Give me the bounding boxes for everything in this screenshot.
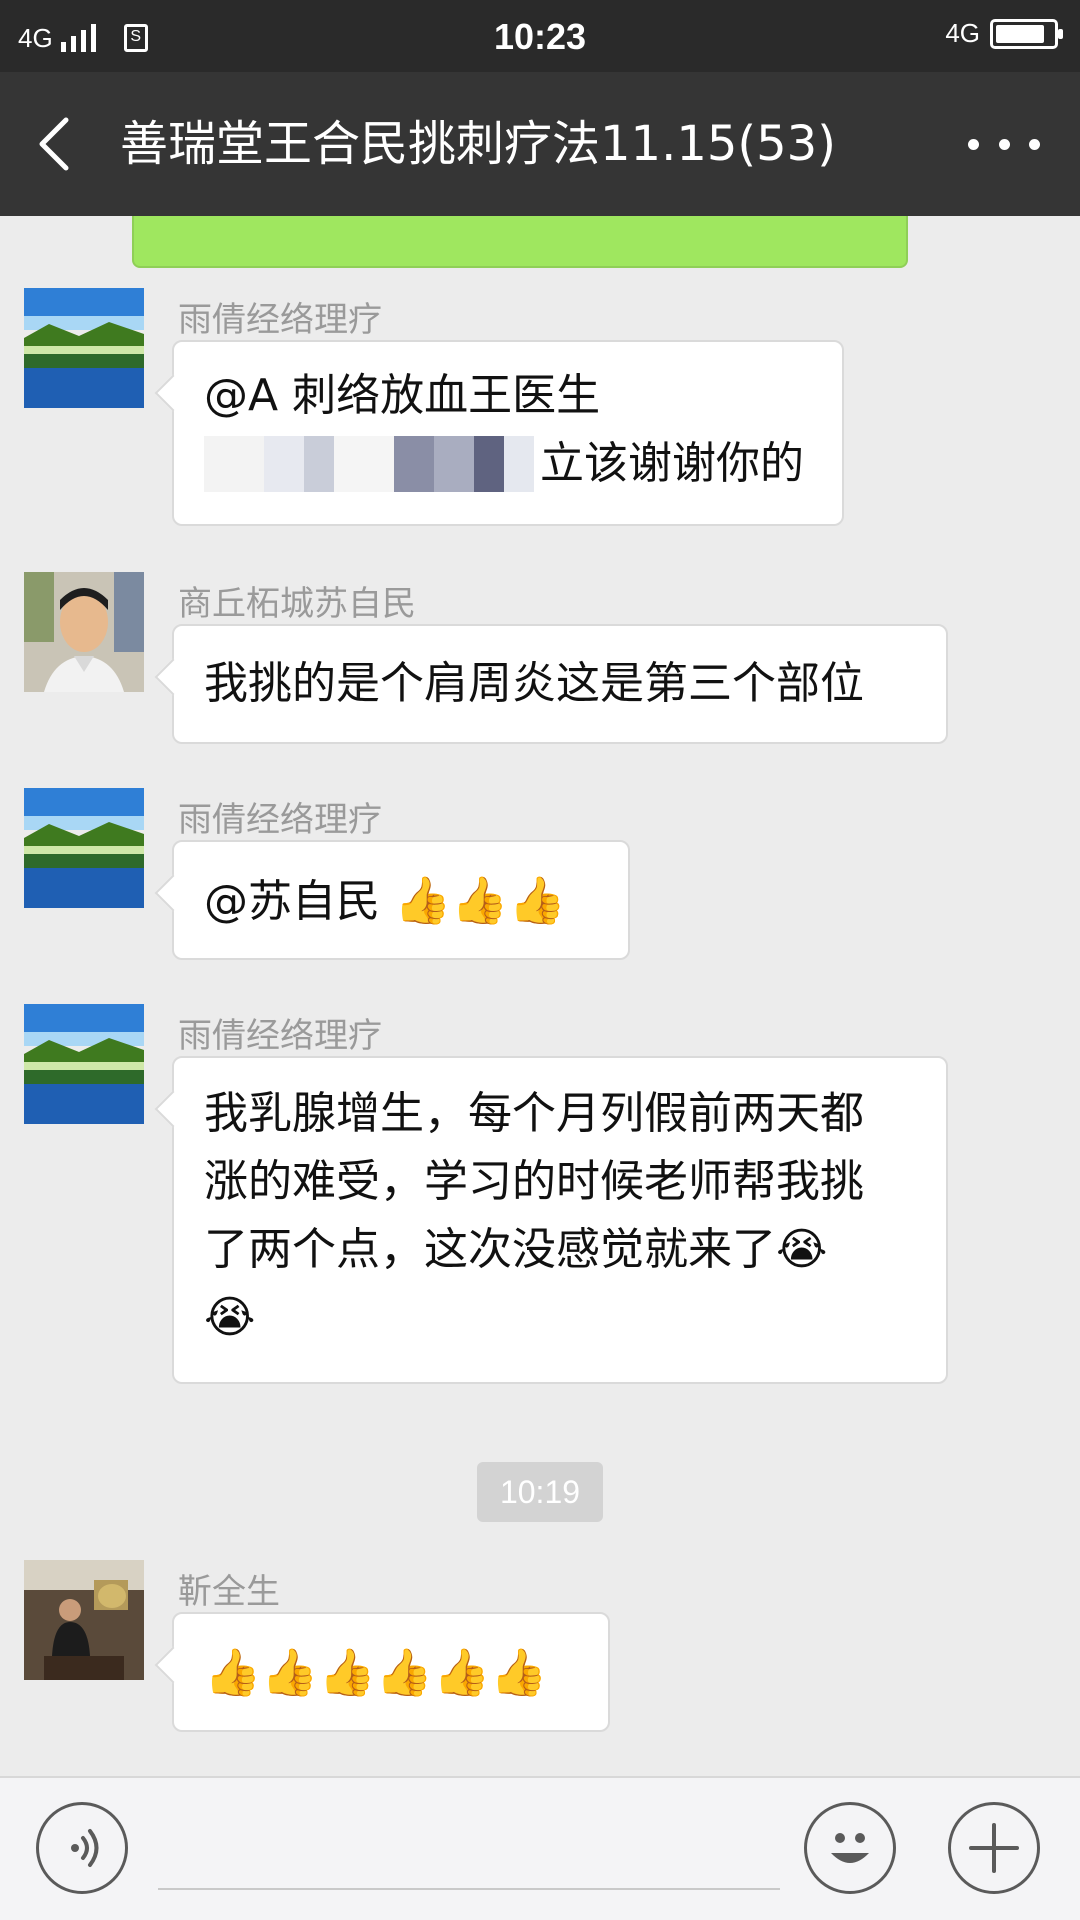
avatar[interactable] <box>24 288 144 408</box>
message-text-line: 了两个点，这次没感觉就来了😭 <box>204 1224 828 1275</box>
plus-icon <box>969 1823 1019 1873</box>
chat-title: 善瑞堂王合民挑刺疗法11.15(53) <box>120 116 836 172</box>
status-right: 4G <box>945 18 1063 49</box>
message-input[interactable] <box>158 1888 780 1890</box>
sender-name: 雨倩经络理疗 <box>178 1016 382 1056</box>
battery-fill <box>996 24 1044 43</box>
battery-icon <box>990 18 1063 49</box>
sent-message-bubble[interactable] <box>132 216 908 268</box>
message-bubble[interactable]: @苏自民 👍👍👍 <box>172 840 630 960</box>
sender-name: 雨倩经络理疗 <box>178 300 382 340</box>
more-dots-icon <box>968 138 979 150</box>
voice-icon <box>71 1829 99 1867</box>
thumbs-up-emoji: 👍👍👍 <box>394 873 566 927</box>
message-bubble[interactable]: 👍👍👍👍👍👍 <box>172 1612 610 1732</box>
man-portrait-avatar <box>24 572 144 692</box>
message-bubble[interactable]: 我挑的是个肩周炎这是第三个部位 <box>172 624 948 744</box>
sender-name: 商丘柘城苏自民 <box>178 584 416 624</box>
redacted-mosaic <box>204 436 534 492</box>
message-list[interactable]: 雨倩经络理疗 @A 刺络放血王医生 立该谢谢你的 商丘柘城苏自民 我挑的是个肩周… <box>0 216 1080 1776</box>
seated-man-avatar <box>24 1560 144 1680</box>
back-button[interactable] <box>28 112 88 176</box>
voice-button[interactable] <box>36 1802 128 1894</box>
message-text-line: 涨的难受，学习的时候老师帮我挑 <box>204 1156 864 1207</box>
lake-landscape-avatar <box>24 788 144 908</box>
thumbs-up-emoji: 👍👍👍👍👍👍 <box>204 1645 548 1699</box>
message-text-line: 😭 <box>204 1292 256 1343</box>
lake-landscape-avatar <box>24 1004 144 1124</box>
sender-name: 雨倩经络理疗 <box>178 800 382 840</box>
smiley-icon <box>831 1833 869 1863</box>
message-text: @A 刺络放血王医生 <box>204 370 601 421</box>
avatar[interactable] <box>24 1004 144 1124</box>
network-type-right: 4G <box>945 18 980 48</box>
avatar[interactable] <box>24 1560 144 1680</box>
message-text-line: 我乳腺增生，每个月列假前两天都 <box>204 1088 864 1139</box>
message-text: 我挑的是个肩周炎这是第三个部位 <box>204 658 864 709</box>
emoji-button[interactable] <box>804 1802 896 1894</box>
lake-landscape-avatar <box>24 288 144 408</box>
status-bar: 4G S 10:23 4G <box>0 0 1080 72</box>
sender-name: 靳全生 <box>178 1572 280 1612</box>
chat-header: 善瑞堂王合民挑刺疗法11.15(53) <box>0 72 1080 216</box>
more-button[interactable] <box>968 128 1040 160</box>
message-text: @苏自民 <box>204 876 394 927</box>
avatar[interactable] <box>24 788 144 908</box>
input-bar <box>0 1776 1080 1920</box>
message-text-blurred: 立该谢谢你的 <box>204 430 812 498</box>
clock: 10:23 <box>493 16 587 57</box>
avatar[interactable] <box>24 572 144 692</box>
message-text-visible: 立该谢谢你的 <box>540 438 804 489</box>
message-bubble[interactable]: @A 刺络放血王医生 立该谢谢你的 <box>172 340 844 526</box>
time-divider: 10:19 <box>477 1462 603 1522</box>
chevron-left-icon <box>39 117 69 171</box>
message-bubble[interactable]: 我乳腺增生，每个月列假前两天都 涨的难受，学习的时候老师帮我挑 了两个点，这次没… <box>172 1056 948 1384</box>
more-functions-button[interactable] <box>948 1802 1040 1894</box>
